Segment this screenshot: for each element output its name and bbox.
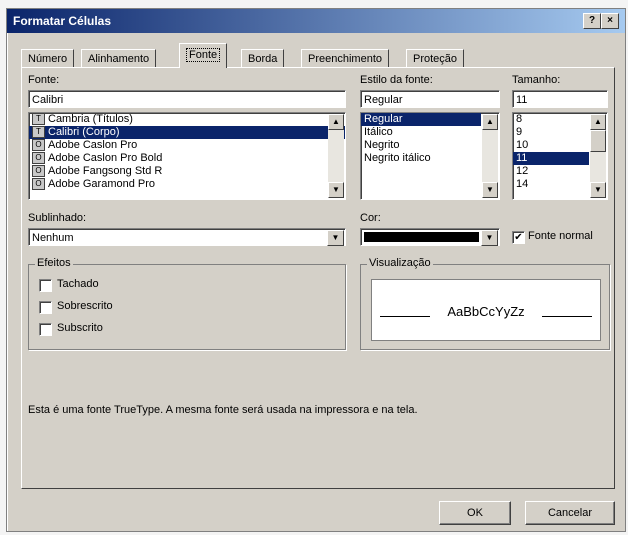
font-style-label: Estilo da fonte: [360, 74, 433, 86]
font-list-item[interactable]: O Adobe Garamond Pro [29, 178, 345, 191]
tab-label: Borda [248, 53, 278, 65]
opentype-icon: O [32, 139, 45, 152]
info-text: Esta é uma fonte TrueType. A mesma fonte… [28, 404, 418, 416]
style-list-item[interactable]: Negrito itálico [361, 152, 499, 165]
tab-label: Alinhamento [88, 53, 150, 65]
color-swatch [364, 232, 479, 242]
font-tab-panel: Fonte: Calibri T Cambria (Títulos) T Calib… [21, 67, 615, 489]
tab-label: Número [28, 53, 68, 65]
scroll-down-icon[interactable]: ▼ [328, 182, 344, 198]
opentype-icon: O [32, 152, 45, 165]
truetype-icon: T [32, 126, 45, 139]
color-label: Cor: [360, 212, 381, 224]
tab-alinhamento[interactable]: Alinhamento [81, 49, 157, 68]
normal-font-label: Fonte normal [528, 230, 593, 242]
style-list-item[interactable]: Negrito [361, 139, 499, 152]
underline-select[interactable]: Nenhum ▼ [28, 228, 346, 246]
format-cells-dialog: Formatar Células ? × Número Alinhamento … [6, 8, 626, 532]
effects-title: Efeitos [35, 257, 73, 269]
subscript-label: Subscrito [57, 322, 103, 334]
font-list-item[interactable]: O Adobe Caslon Pro Bold [29, 152, 345, 165]
size-input[interactable]: 11 [512, 90, 608, 108]
color-select[interactable]: ▼ [360, 228, 500, 246]
size-list-item-selected[interactable]: 11 [513, 152, 589, 165]
underline-value: Nenhum [32, 232, 74, 244]
scroll-up-icon[interactable]: ▲ [328, 114, 344, 130]
scroll-down-icon[interactable]: ▼ [482, 182, 498, 198]
font-list-item[interactable]: O Adobe Caslon Pro [29, 139, 345, 152]
superscript-label: Sobrescrito [57, 300, 113, 312]
style-list-scrollbar[interactable]: ▲ ▼ [482, 114, 498, 198]
help-button[interactable]: ? [583, 13, 601, 29]
tab-protecao[interactable]: Proteção [406, 49, 465, 68]
preview-baseline-right [542, 316, 592, 317]
size-list-scrollbar[interactable]: ▲ ▼ [590, 114, 606, 198]
font-item-label: Adobe Garamond Pro [48, 178, 156, 190]
preview-title: Visualização [367, 257, 433, 269]
size-list[interactable]: 8 9 10 11 12 14 ▲ ▼ [512, 112, 608, 200]
scroll-down-icon[interactable]: ▼ [590, 182, 606, 198]
underline-label: Sublinhado: [28, 212, 87, 224]
font-list[interactable]: T Cambria (Títulos) T Calibri (Corpo) O Ado… [28, 112, 346, 200]
tab-borda[interactable]: Borda [241, 49, 285, 68]
tab-label: Proteção [413, 53, 458, 65]
cancel-button[interactable]: Cancelar [525, 501, 615, 525]
style-list-item-selected[interactable]: Regular [361, 113, 481, 126]
size-label: Tamanho: [512, 74, 561, 86]
tab-label: Preenchimento [308, 53, 382, 65]
preview-group: Visualização AaBbCcYyZz [360, 257, 610, 350]
font-list-scrollbar[interactable]: ▲ ▼ [328, 114, 344, 198]
scroll-thumb[interactable] [590, 130, 606, 152]
scroll-up-icon[interactable]: ▲ [590, 114, 606, 130]
font-list-item[interactable]: T Cambria (Títulos) [29, 113, 345, 126]
superscript-checkbox[interactable] [39, 301, 52, 314]
close-button[interactable]: × [601, 13, 619, 29]
tab-numero[interactable]: Número [21, 49, 75, 68]
font-item-label: Cambria (Títulos) [48, 113, 133, 125]
opentype-icon: O [32, 165, 45, 178]
strikethrough-label: Tachado [57, 278, 99, 290]
tab-preenchimento[interactable]: Preenchimento [301, 49, 389, 68]
truetype-icon: T [32, 113, 45, 126]
style-list-item[interactable]: Itálico [361, 126, 499, 139]
chevron-down-icon[interactable]: ▼ [327, 230, 344, 246]
scroll-up-icon[interactable]: ▲ [482, 114, 498, 130]
opentype-icon: O [32, 178, 45, 191]
font-list-item[interactable]: O Adobe Fangsong Std R [29, 165, 345, 178]
font-style-input[interactable]: Regular [360, 90, 500, 108]
tab-label: Fonte [186, 48, 221, 62]
font-item-label: Adobe Caslon Pro Bold [48, 152, 163, 164]
font-label: Fonte: [28, 74, 60, 86]
chevron-down-icon[interactable]: ▼ [481, 230, 498, 246]
title-bar: Formatar Células ? × [7, 9, 625, 33]
font-item-label: Calibri (Corpo) [48, 126, 120, 138]
font-list-item-selected[interactable]: T Calibri (Corpo) [29, 126, 345, 139]
font-style-list[interactable]: Regular Itálico Negrito Negrito itálico … [360, 112, 500, 200]
normal-font-checkbox[interactable]: ✔ [512, 231, 525, 244]
font-input[interactable]: Calibri [28, 90, 346, 108]
ok-button[interactable]: OK [439, 501, 511, 525]
font-item-label: Adobe Caslon Pro [48, 139, 138, 151]
dialog-title: Formatar Células [13, 14, 112, 28]
strikethrough-checkbox[interactable] [39, 279, 52, 292]
subscript-checkbox[interactable] [39, 323, 52, 336]
tab-fonte[interactable]: Fonte [179, 43, 228, 68]
preview-box: AaBbCcYyZz [371, 279, 601, 341]
font-item-label: Adobe Fangsong Std R [48, 165, 163, 177]
effects-group: Efeitos Tachado Sobrescrito Subscrito [28, 257, 346, 350]
